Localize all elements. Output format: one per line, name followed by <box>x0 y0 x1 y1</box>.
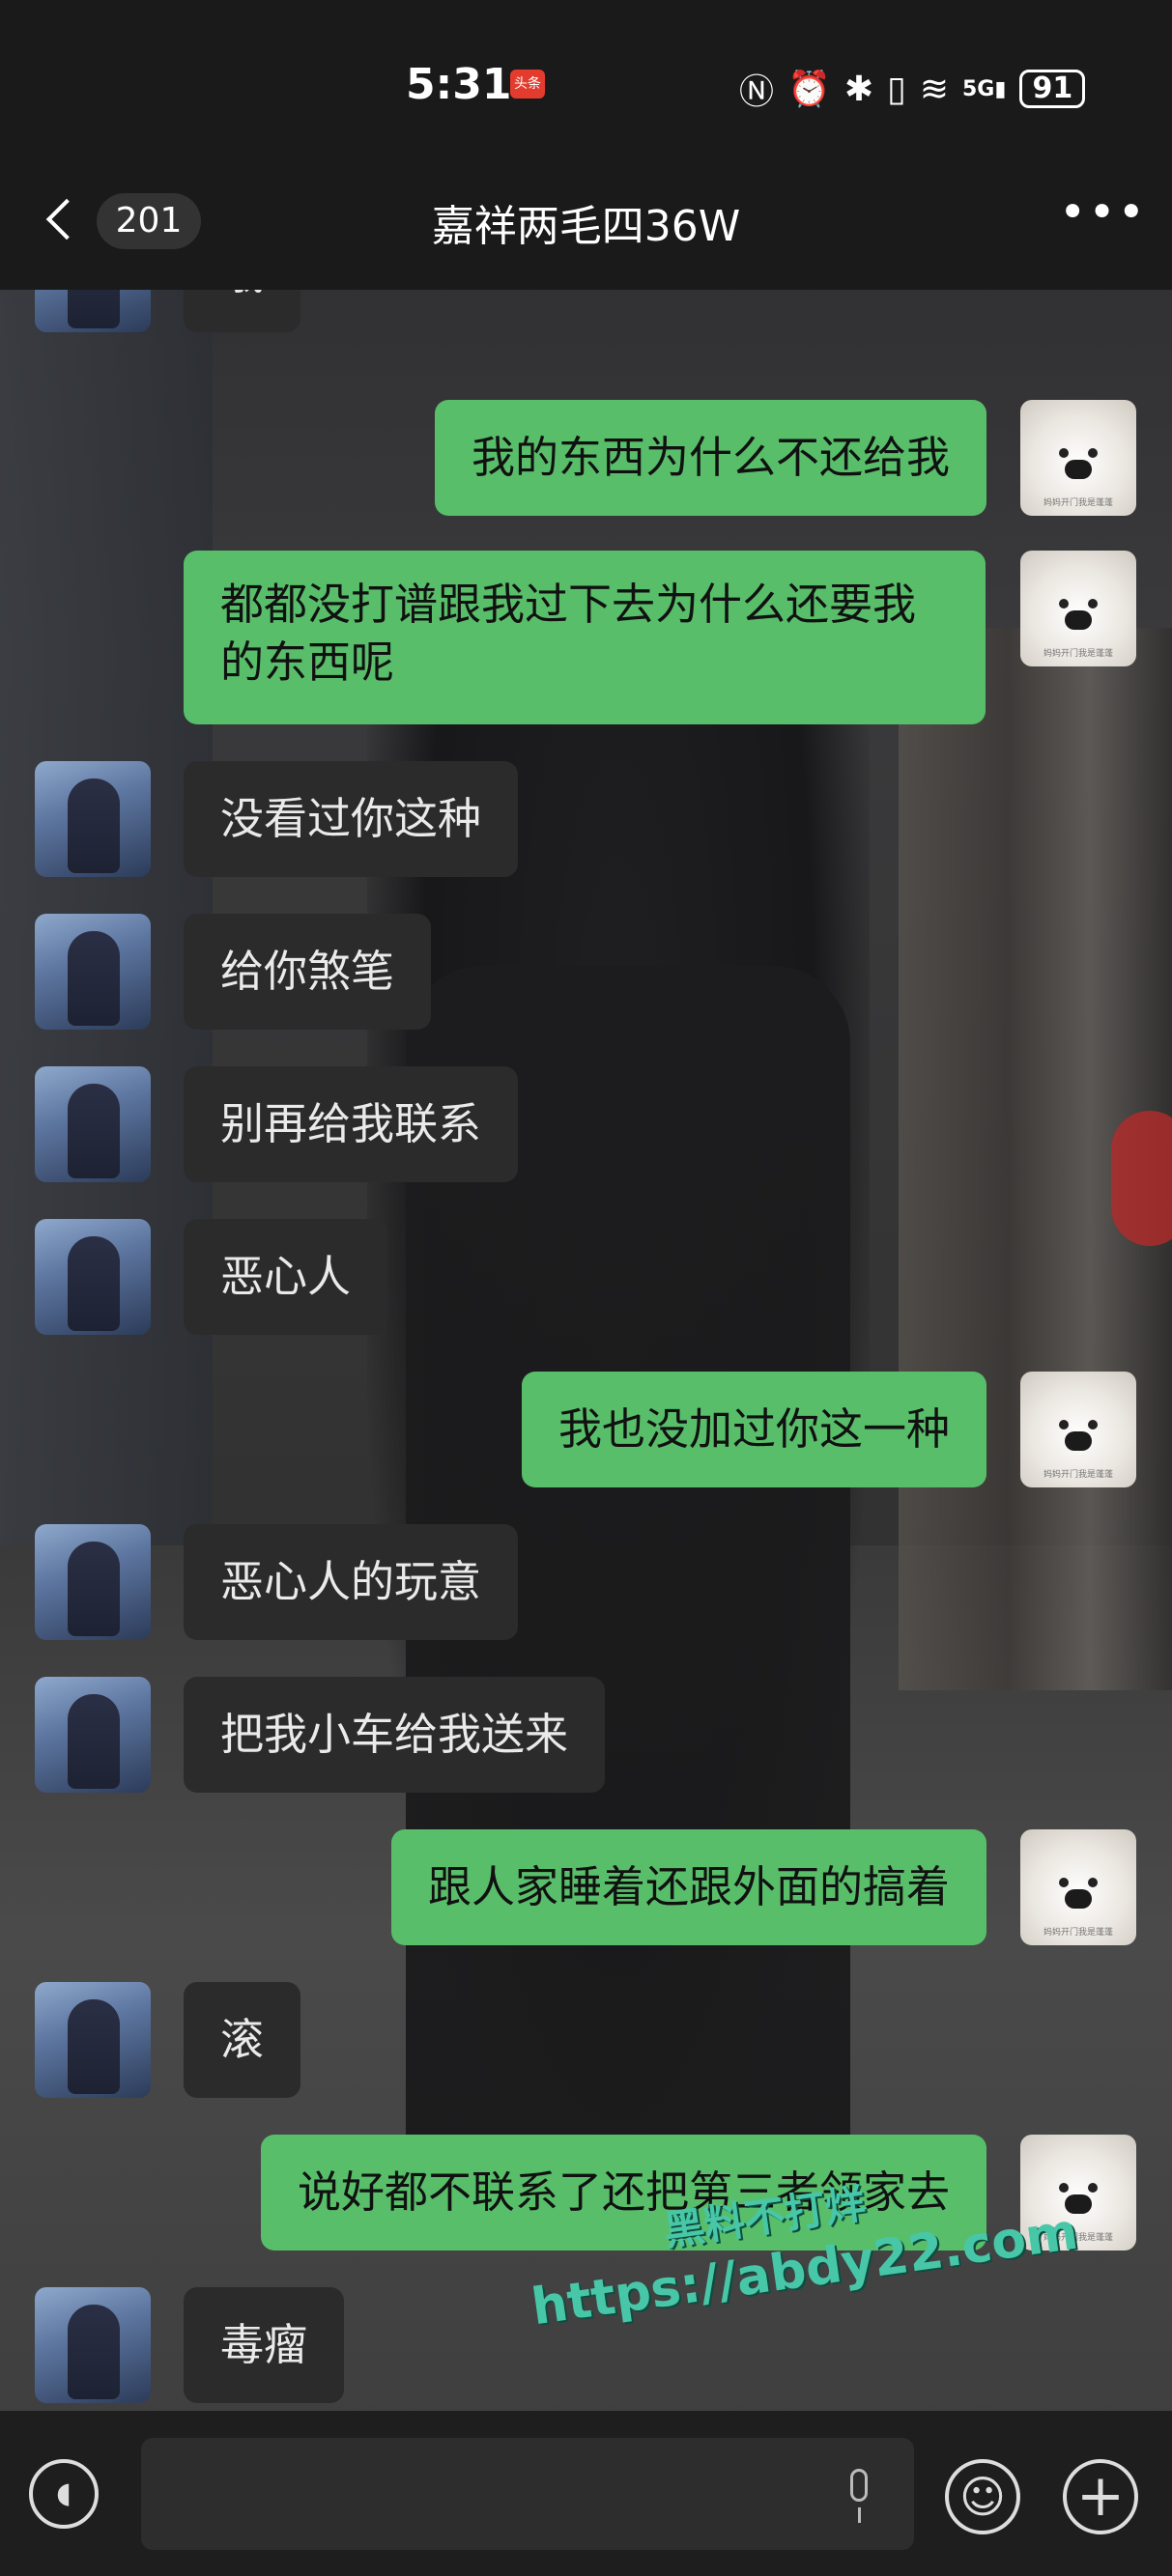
contact-avatar[interactable] <box>35 1524 151 1640</box>
incoming-message[interactable]: 把我小车给我送来 <box>184 1677 606 1793</box>
outgoing-message[interactable]: 我的东西为什么不还给我 <box>434 400 986 516</box>
contact-avatar[interactable] <box>35 290 151 332</box>
alarm-icon: ⏰ <box>787 70 831 109</box>
chat-title: 嘉祥两毛四36W <box>431 202 741 251</box>
contact-avatar[interactable] <box>35 2287 151 2403</box>
outgoing-message[interactable]: 我也没加过你这一种 <box>521 1372 986 1487</box>
vibrate-icon: ▯ <box>887 69 906 109</box>
incoming-message[interactable]: 恶心人的玩意 <box>184 1524 519 1640</box>
contact-avatar[interactable] <box>35 1677 151 1793</box>
incoming-message[interactable]: 给你煞笔 <box>184 914 432 1030</box>
incoming-message[interactable]: 别再给我联系 <box>184 1066 519 1182</box>
incoming-message[interactable]: 恶心人 <box>184 1219 388 1335</box>
emoji-icon[interactable]: ☺ <box>945 2459 1020 2534</box>
bluetooth-icon: ✱ <box>843 69 874 109</box>
contact-avatar[interactable] <box>35 914 151 1030</box>
more-options-icon[interactable]: ••• <box>1059 189 1145 251</box>
outgoing-message[interactable]: 都都没打谱跟我过下去为什么还要我的东西呢 <box>184 551 986 724</box>
incoming-message[interactable]: 毒瘤 <box>184 2287 345 2403</box>
news-app-notification-icon: 头条 <box>510 70 545 99</box>
contact-avatar[interactable] <box>35 1982 151 2098</box>
message-list[interactable]: 哦 妈妈开门我是蓬蓬 我的东西为什么不还给我 妈妈开门我是蓬蓬 都都没打谱跟我过… <box>0 290 1172 2411</box>
status-icons: Ⓝ ⏰ ✱ ▯ ≋ 5G▮ 91 <box>739 64 1086 114</box>
voice-input-icon[interactable]: ◖ <box>29 2459 99 2529</box>
message-input[interactable] <box>141 2438 914 2550</box>
nfc-icon: Ⓝ <box>739 72 775 112</box>
contact-avatar[interactable] <box>35 761 151 877</box>
my-avatar[interactable]: 妈妈开门我是蓬蓬 <box>1020 551 1136 666</box>
outgoing-message[interactable]: 跟人家睡着还跟外面的搞着 <box>390 1829 986 1945</box>
my-avatar[interactable]: 妈妈开门我是蓬蓬 <box>1020 400 1136 516</box>
status-time: 5:31 <box>406 60 512 109</box>
battery-indicator: 91 <box>1019 70 1086 108</box>
microphone-icon[interactable] <box>843 2469 875 2523</box>
my-avatar[interactable]: 妈妈开门我是蓬蓬 <box>1020 1372 1136 1487</box>
wifi-icon: ≋ <box>919 69 949 109</box>
status-bar: 5:31 头条 Ⓝ ⏰ ✱ ▯ ≋ 5G▮ 91 <box>0 0 1172 174</box>
incoming-message[interactable]: 哦 <box>184 290 301 332</box>
contact-avatar[interactable] <box>35 1219 151 1335</box>
more-functions-plus-icon[interactable]: + <box>1063 2459 1138 2534</box>
incoming-message[interactable]: 滚 <box>184 1982 301 2098</box>
contact-avatar[interactable] <box>35 1066 151 1182</box>
signal-5g-icon: 5G▮ <box>962 76 1007 101</box>
my-avatar[interactable]: 妈妈开门我是蓬蓬 <box>1020 1829 1136 1945</box>
incoming-message[interactable]: 没看过你这种 <box>184 761 519 877</box>
